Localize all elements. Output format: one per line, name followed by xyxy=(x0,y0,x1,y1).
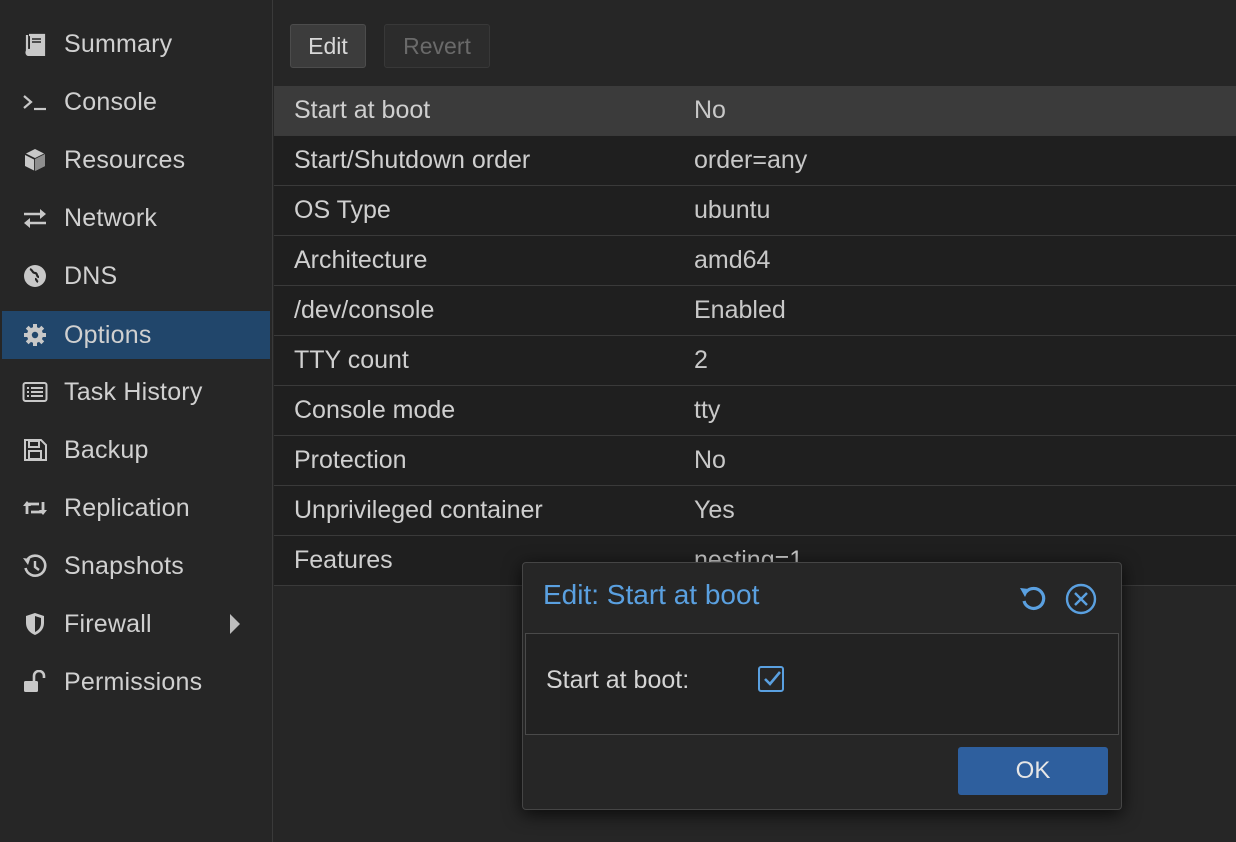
option-value: Enabled xyxy=(694,296,786,324)
sidebar-item-label: Resources xyxy=(64,145,186,174)
dialog-title: Edit: Start at boot xyxy=(543,579,760,610)
submenu-arrow-icon[interactable] xyxy=(230,614,240,634)
option-key: Start at boot xyxy=(294,96,431,124)
options-grid: Start at boot No Start/Shutdown order or… xyxy=(274,86,1236,586)
edit-button[interactable]: Edit xyxy=(290,24,366,68)
option-value: Yes xyxy=(694,496,735,524)
option-key: Protection xyxy=(294,446,407,474)
table-row[interactable]: Protection No xyxy=(274,436,1236,486)
sidebar-item-label: Console xyxy=(64,87,158,116)
sidebar-item-network[interactable]: Network xyxy=(2,194,270,242)
option-value: amd64 xyxy=(694,246,771,274)
sidebar: Summary Console Resources Network DNS Op… xyxy=(0,0,273,842)
start-at-boot-label: Start at boot: xyxy=(546,666,690,694)
option-key: /dev/console xyxy=(294,296,435,324)
option-key: Architecture xyxy=(294,246,428,274)
sidebar-item-label: Summary xyxy=(64,29,173,58)
ok-button[interactable]: OK xyxy=(958,747,1108,795)
option-key: Console mode xyxy=(294,396,456,424)
list-alt-icon xyxy=(18,380,52,404)
option-key: Features xyxy=(294,546,393,574)
sidebar-item-backup[interactable]: Backup xyxy=(2,426,270,474)
option-key: TTY count xyxy=(294,346,409,374)
start-at-boot-checkbox[interactable] xyxy=(758,666,784,692)
option-value: order=any xyxy=(694,146,808,174)
floppy-icon xyxy=(18,438,52,462)
retweet-icon xyxy=(18,496,52,520)
book-icon xyxy=(18,32,52,56)
sidebar-item-label: Task History xyxy=(64,377,203,406)
sidebar-item-label: Permissions xyxy=(64,667,203,696)
revert-button[interactable]: Revert xyxy=(384,24,490,68)
gear-icon xyxy=(18,323,52,347)
sidebar-item-label: Firewall xyxy=(64,609,152,638)
option-value: No xyxy=(694,96,726,124)
sidebar-item-task-history[interactable]: Task History xyxy=(2,368,270,416)
toolbar: Edit Revert xyxy=(274,10,1236,84)
sidebar-item-dns[interactable]: DNS xyxy=(2,252,270,300)
close-icon[interactable] xyxy=(1065,583,1097,615)
dialog-body: Start at boot: xyxy=(525,633,1119,735)
option-value: No xyxy=(694,446,726,474)
checkmark-icon xyxy=(764,671,781,686)
table-row[interactable]: /dev/console Enabled xyxy=(274,286,1236,336)
table-row[interactable]: OS Type ubuntu xyxy=(274,186,1236,236)
unlock-icon xyxy=(18,670,52,694)
sidebar-item-label: DNS xyxy=(64,261,118,290)
table-row[interactable]: Unprivileged container Yes xyxy=(274,486,1236,536)
terminal-icon xyxy=(18,90,52,114)
table-row[interactable]: Start/Shutdown order order=any xyxy=(274,136,1236,186)
sidebar-item-summary[interactable]: Summary xyxy=(2,20,270,68)
sidebar-item-label: Snapshots xyxy=(64,551,184,580)
sidebar-item-label: Network xyxy=(64,203,158,232)
table-row[interactable]: Console mode tty xyxy=(274,386,1236,436)
table-row[interactable]: TTY count 2 xyxy=(274,336,1236,386)
option-key: Start/Shutdown order xyxy=(294,146,531,174)
sidebar-item-options[interactable]: Options xyxy=(2,311,270,359)
sidebar-item-snapshots[interactable]: Snapshots xyxy=(2,542,270,590)
reset-icon[interactable] xyxy=(1017,583,1049,615)
option-value: tty xyxy=(694,396,721,424)
option-key: Unprivileged container xyxy=(294,496,543,524)
table-row[interactable]: Architecture amd64 xyxy=(274,236,1236,286)
sidebar-item-console[interactable]: Console xyxy=(2,78,270,126)
option-key: OS Type xyxy=(294,196,391,224)
option-value: 2 xyxy=(694,346,708,374)
table-row[interactable]: Start at boot No xyxy=(274,86,1236,136)
edit-dialog: Edit: Start at boot Start at boot: OK xyxy=(522,562,1122,810)
sidebar-item-permissions[interactable]: Permissions xyxy=(2,658,270,706)
sidebar-item-label: Options xyxy=(64,320,152,349)
history-icon xyxy=(18,554,52,578)
sidebar-item-resources[interactable]: Resources xyxy=(2,136,270,184)
option-value: ubuntu xyxy=(694,196,771,224)
sidebar-item-label: Replication xyxy=(64,493,190,522)
sidebar-item-firewall[interactable]: Firewall xyxy=(2,600,270,648)
shield-icon xyxy=(18,612,52,636)
exchange-icon xyxy=(18,206,52,230)
sidebar-item-label: Backup xyxy=(64,435,149,464)
globe-icon xyxy=(18,264,52,288)
sidebar-item-replication[interactable]: Replication xyxy=(2,484,270,532)
cube-icon xyxy=(18,148,52,172)
